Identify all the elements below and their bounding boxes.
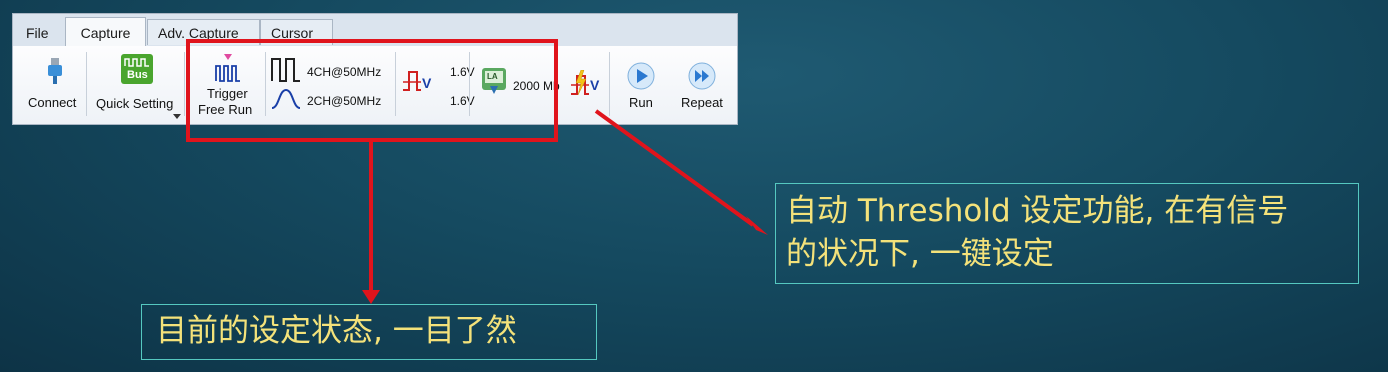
threshold-arrow-line [594, 109, 755, 227]
status-callout: 目前的设定状态, 一目了然 [141, 304, 597, 360]
threshold-callout-line2: 的状况下, 一键设定 [786, 236, 1054, 272]
threshold-callout-line1: 自动 Threshold 设定功能, 在有信号 [786, 193, 1289, 229]
threshold-arrowhead [746, 216, 768, 235]
threshold-callout: 自动 Threshold 设定功能, 在有信号 的状况下, 一键设定 [775, 183, 1359, 284]
status-arrowhead [362, 290, 380, 304]
